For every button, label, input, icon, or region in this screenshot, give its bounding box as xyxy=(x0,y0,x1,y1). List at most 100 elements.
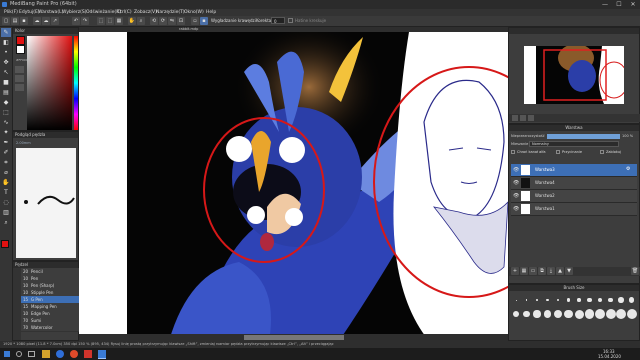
menu-view[interactable]: Zobacz(V) xyxy=(134,9,157,16)
brush-size-dot[interactable] xyxy=(616,309,626,319)
undo-icon[interactable]: ↶ xyxy=(72,17,80,25)
stabilizer-toggle-icon[interactable]: ▪ xyxy=(200,17,208,25)
primary-color-swatch[interactable] xyxy=(16,36,25,45)
eye-icon[interactable]: 👁 xyxy=(513,193,519,199)
brush-size-dot[interactable] xyxy=(587,297,592,303)
layer-row[interactable]: 👁 Warstwa1 xyxy=(511,203,637,216)
brush-size-dot[interactable] xyxy=(605,309,616,319)
open-file-icon[interactable]: ▤ xyxy=(11,17,19,25)
brush-size-dot[interactable] xyxy=(608,297,613,303)
brush-size-dot[interactable] xyxy=(597,297,603,303)
brush-size-dot[interactable] xyxy=(556,298,560,302)
speech-bubble-tool-icon[interactable]: ◌ xyxy=(1,198,11,207)
canvas-area[interactable]: rabbit.mdp xyxy=(79,27,508,341)
menu-tool[interactable]: Narzędzie(T) xyxy=(156,9,185,16)
saturation-value-picker[interactable] xyxy=(27,36,72,130)
reset-view-icon[interactable]: ⊡ xyxy=(177,17,185,25)
menu-edit[interactable]: Edytuj(E) xyxy=(19,9,40,16)
select-eraser-tool-icon[interactable]: ✐ xyxy=(1,148,11,157)
layer-row[interactable]: 👁 Warstwa4 xyxy=(511,177,637,190)
browser-icon[interactable] xyxy=(56,350,64,358)
save-icon[interactable]: ▪ xyxy=(20,17,28,25)
panel-tool-icon[interactable]: ▥ xyxy=(1,208,11,217)
magic-wand-tool-icon[interactable]: ✦ xyxy=(1,128,11,137)
eyedropper-tool-icon[interactable]: ⌀ xyxy=(1,168,11,177)
add-halftone-layer-icon[interactable]: ▦ xyxy=(520,267,528,275)
brush-item[interactable]: 70 Watercolor xyxy=(21,324,79,332)
brush-size-dot[interactable] xyxy=(546,298,549,302)
task-view-icon[interactable] xyxy=(28,351,35,357)
new-file-icon[interactable]: ▢ xyxy=(2,17,10,25)
merge-down-icon[interactable]: ⤓ xyxy=(547,267,555,275)
clipping-checkbox[interactable] xyxy=(556,150,560,154)
brush-size-dot[interactable] xyxy=(543,310,552,318)
brush-size-dot[interactable] xyxy=(515,299,517,301)
share-icon[interactable]: ↗ xyxy=(51,17,59,25)
hscroll-thumb[interactable] xyxy=(244,335,344,340)
select-all-icon[interactable]: ▦ xyxy=(115,17,123,25)
minimize-button[interactable]: — xyxy=(598,0,612,9)
brush-size-dot[interactable] xyxy=(553,309,563,319)
gradient-tool-icon[interactable]: ▤ xyxy=(1,88,11,97)
brush-size-dot[interactable] xyxy=(628,297,635,303)
search-icon[interactable] xyxy=(16,351,22,357)
medibang-taskbar-icon[interactable] xyxy=(98,350,106,359)
add-layer-icon[interactable]: + xyxy=(511,267,519,275)
hue-slider[interactable] xyxy=(74,36,78,130)
hand-tool-icon[interactable]: ✋ xyxy=(1,178,11,187)
brush-tool-icon[interactable]: ✎ xyxy=(1,28,11,37)
menu-file[interactable]: Plik(F) xyxy=(4,9,18,16)
delete-layer-icon[interactable]: 🗑 xyxy=(631,267,639,275)
rotate-left-icon[interactable]: ⟲ xyxy=(150,17,158,25)
flip-icon[interactable]: ⇋ xyxy=(168,17,176,25)
palette-icon-3[interactable] xyxy=(15,84,24,91)
close-button[interactable]: ✕ xyxy=(626,0,640,9)
opacity-slider[interactable] xyxy=(547,134,620,139)
brush-size-dot[interactable] xyxy=(512,310,520,318)
fit-icon[interactable] xyxy=(528,115,534,121)
maximize-button[interactable]: ☐ xyxy=(612,0,626,9)
fg-color-swatch[interactable] xyxy=(1,240,9,248)
divide-tool-icon[interactable]: ⌗ xyxy=(1,158,11,167)
brush-size-dot[interactable] xyxy=(626,309,637,319)
marquee-tool-icon[interactable]: ⬚ xyxy=(1,108,11,117)
hatch-checkbox[interactable] xyxy=(288,18,293,23)
navigator-thumbnail[interactable] xyxy=(524,46,624,104)
text-tool-icon[interactable]: T xyxy=(1,188,11,197)
add-folder-icon[interactable]: ▭ xyxy=(529,267,537,275)
protect-alpha-checkbox[interactable] xyxy=(511,150,515,154)
cloud-save-icon[interactable]: ☁ xyxy=(42,17,50,25)
brush-size-dot[interactable] xyxy=(577,298,581,302)
eraser-tool-icon[interactable]: ◧ xyxy=(1,38,11,47)
snap-off-icon[interactable]: ▫ xyxy=(191,17,199,25)
brush-size-dot[interactable] xyxy=(566,298,571,302)
zoom-in-icon[interactable] xyxy=(520,115,526,121)
brush-size-dot[interactable] xyxy=(536,299,538,301)
brush-size-dot[interactable] xyxy=(618,297,624,303)
cloud-icon[interactable]: ☁ xyxy=(33,17,41,25)
zoom-icon[interactable]: ⌕ xyxy=(137,17,145,25)
eye-icon[interactable]: 👁 xyxy=(513,167,519,173)
menu-layer[interactable]: Warstwa(L) xyxy=(38,9,63,16)
blend-mode-select[interactable]: Normalny xyxy=(529,141,619,147)
deselect-icon[interactable]: ⬚ xyxy=(97,17,105,25)
brush-size-dot[interactable] xyxy=(525,299,528,301)
move-tool-icon[interactable]: ✥ xyxy=(1,58,11,67)
explorer-icon[interactable] xyxy=(42,350,50,358)
brush-size-dot[interactable] xyxy=(584,309,595,319)
menu-window[interactable]: Okno(W) xyxy=(184,9,204,16)
brush-size-dot[interactable] xyxy=(523,310,530,318)
canvas-hscrollbar[interactable] xyxy=(79,334,508,341)
chrome-icon[interactable] xyxy=(70,350,78,358)
correction-field[interactable]: 0 xyxy=(271,17,285,24)
menu-ctrl[interactable]: Ctrl(C) xyxy=(117,9,132,16)
app-icon-red[interactable] xyxy=(84,350,92,358)
eye-icon[interactable]: 👁 xyxy=(513,206,519,212)
redo-icon[interactable]: ↷ xyxy=(81,17,89,25)
lasso-tool-icon[interactable]: ∿ xyxy=(1,118,11,127)
dot-tool-icon[interactable]: • xyxy=(1,48,11,57)
rotate-right-icon[interactable]: ⟳ xyxy=(159,17,167,25)
zoom-out-icon[interactable] xyxy=(512,115,518,121)
object-tool-icon[interactable]: ↖ xyxy=(1,68,11,77)
select-pen-tool-icon[interactable]: ✒ xyxy=(1,138,11,147)
